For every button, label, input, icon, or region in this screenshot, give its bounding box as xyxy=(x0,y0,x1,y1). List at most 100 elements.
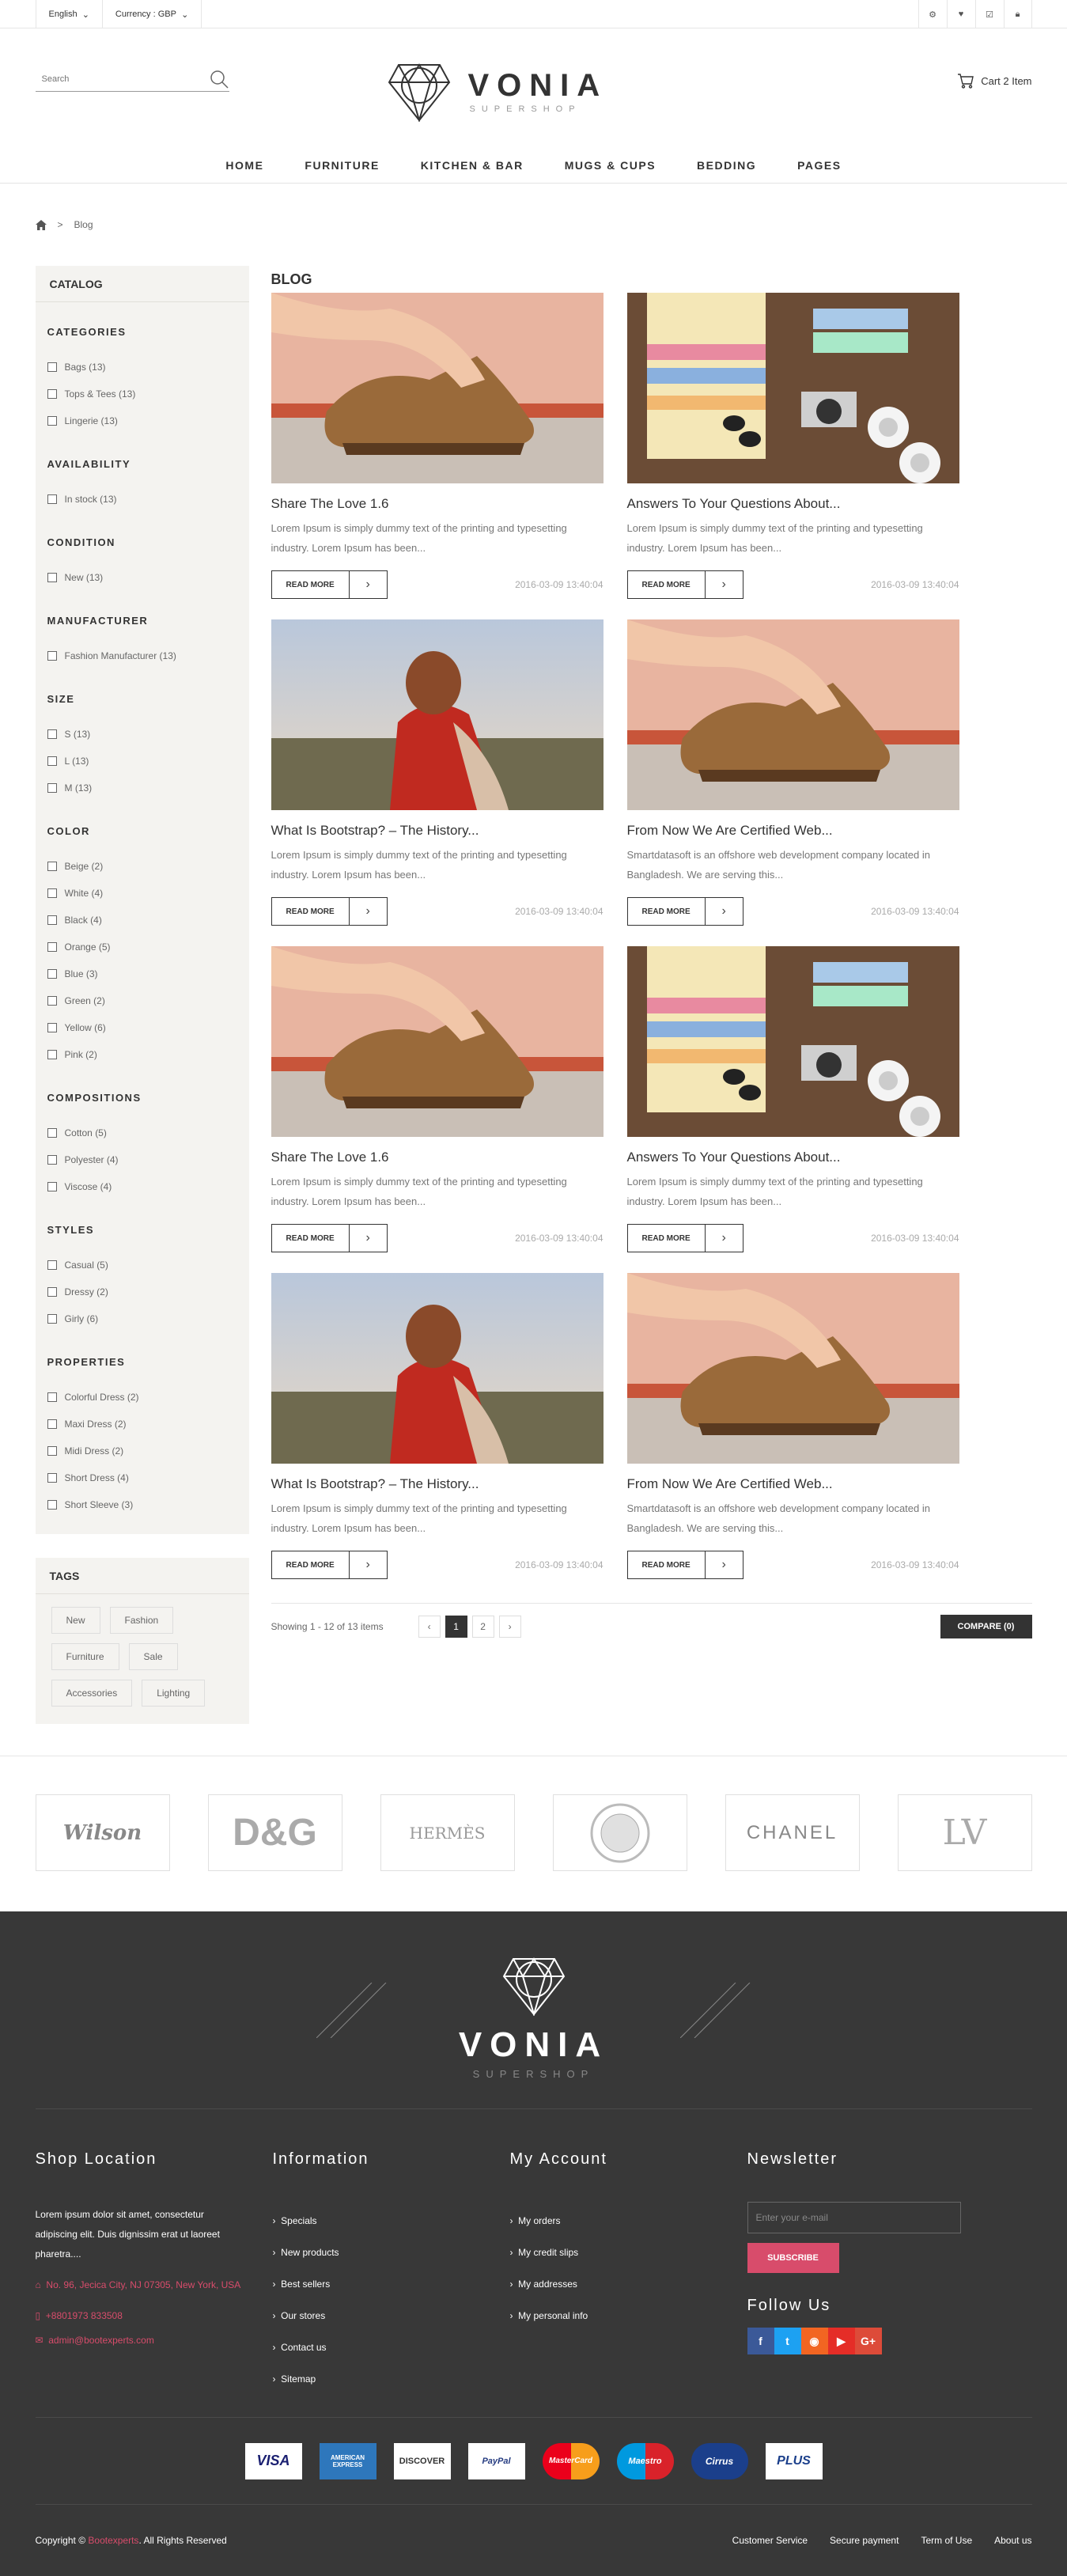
post-image[interactable] xyxy=(271,293,603,483)
checkbox-icon[interactable] xyxy=(47,862,57,871)
checkbox-icon[interactable] xyxy=(47,1446,57,1456)
footer-link-personal-info[interactable]: › My personal info xyxy=(510,2300,747,2332)
checkbox-icon[interactable] xyxy=(47,996,57,1006)
filter-checkbox[interactable]: In stock (13) xyxy=(47,486,237,513)
currency-selector[interactable]: Currency : GBP ⌄ xyxy=(101,0,202,28)
checkbox-icon[interactable] xyxy=(47,1314,57,1324)
post-image[interactable] xyxy=(626,619,959,810)
tag-accessories[interactable]: Accessories xyxy=(51,1680,133,1707)
filter-checkbox[interactable]: Green (2) xyxy=(47,987,237,1014)
footer-link-new-products[interactable]: › New products xyxy=(273,2237,510,2268)
shop-email[interactable]: ✉ admin@bootexperts.com xyxy=(36,2331,273,2351)
footer-link-addresses[interactable]: › My addresses xyxy=(510,2268,747,2300)
search-input[interactable] xyxy=(35,74,178,84)
filter-checkbox[interactable]: Viscose (4) xyxy=(47,1173,237,1200)
filter-checkbox[interactable]: Casual (5) xyxy=(47,1252,237,1279)
brand-hermes[interactable]: HERMÈS xyxy=(380,1794,515,1871)
filter-checkbox[interactable]: Dressy (2) xyxy=(47,1279,237,1305)
filter-checkbox[interactable]: Blue (3) xyxy=(47,960,237,987)
post-image[interactable] xyxy=(271,946,603,1137)
checkbox-icon[interactable] xyxy=(47,1128,57,1138)
filter-checkbox[interactable]: Black (4) xyxy=(47,907,237,934)
youtube-icon[interactable]: ▶ xyxy=(827,2328,855,2354)
checkbox-icon[interactable] xyxy=(47,1392,57,1402)
read-more-button[interactable]: READ MORE › xyxy=(626,570,743,599)
checkbox-icon[interactable] xyxy=(47,416,57,426)
heart-icon[interactable]: ♥ xyxy=(946,0,975,28)
tag-new[interactable]: New xyxy=(51,1607,100,1634)
language-selector[interactable]: English ⌄ xyxy=(35,0,102,28)
checkbox-icon[interactable] xyxy=(47,942,57,952)
checkbox-icon[interactable] xyxy=(47,573,57,582)
nav-item-mugs-cups[interactable]: MUGS & CUPS xyxy=(565,159,656,172)
filter-checkbox[interactable]: Girly (6) xyxy=(47,1305,237,1332)
filter-checkbox[interactable]: New (13) xyxy=(47,564,237,591)
checkbox-icon[interactable] xyxy=(47,362,57,372)
checkbox-icon[interactable] xyxy=(47,915,57,925)
post-title[interactable]: What Is Bootstrap? – The History... xyxy=(271,823,603,839)
filter-checkbox[interactable]: L (13) xyxy=(47,748,237,775)
cart-button[interactable]: Cart 2 Item xyxy=(957,73,1032,89)
filter-checkbox[interactable]: Bags (13) xyxy=(47,354,237,381)
filter-checkbox[interactable]: Colorful Dress (2) xyxy=(47,1384,237,1411)
footer-link-secure-payment[interactable]: Secure payment xyxy=(830,2535,899,2546)
filter-checkbox[interactable]: Short Sleeve (3) xyxy=(47,1491,237,1518)
search-icon[interactable] xyxy=(209,69,229,89)
checkbox-icon[interactable] xyxy=(47,969,57,979)
checkbox-icon[interactable] xyxy=(47,1473,57,1483)
filter-checkbox[interactable]: Pink (2) xyxy=(47,1041,237,1068)
post-title[interactable]: Share The Love 1.6 xyxy=(271,1150,603,1165)
tag-furniture[interactable]: Furniture xyxy=(51,1643,119,1670)
checkbox-icon[interactable] xyxy=(47,756,57,766)
post-image[interactable] xyxy=(271,619,603,810)
tag-sale[interactable]: Sale xyxy=(128,1643,178,1670)
facebook-icon[interactable]: f xyxy=(747,2328,774,2354)
rss-icon[interactable]: ◉ xyxy=(800,2328,828,2354)
footer-link-specials[interactable]: › Specials xyxy=(273,2205,510,2237)
home-icon[interactable] xyxy=(35,219,47,230)
filter-checkbox[interactable]: Fashion Manufacturer (13) xyxy=(47,642,237,669)
checkbox-icon[interactable] xyxy=(47,651,57,661)
twitter-icon[interactable]: t xyxy=(774,2328,801,2354)
checkbox-icon[interactable] xyxy=(47,1050,57,1059)
checkbox-icon[interactable] xyxy=(47,783,57,793)
footer-link-sitemap[interactable]: › Sitemap xyxy=(273,2363,510,2395)
checkbox-icon[interactable] xyxy=(47,1155,57,1165)
tag-lighting[interactable]: Lighting xyxy=(142,1680,206,1707)
filter-checkbox[interactable]: M (13) xyxy=(47,775,237,801)
checkbox-icon[interactable] xyxy=(47,1023,57,1032)
page-1-button[interactable]: 1 xyxy=(445,1616,467,1638)
post-image[interactable] xyxy=(271,1273,603,1464)
read-more-button[interactable]: READ MORE › xyxy=(626,1224,743,1252)
checkbox-icon[interactable] xyxy=(47,1500,57,1510)
filter-checkbox[interactable]: Cotton (5) xyxy=(47,1119,237,1146)
site-logo[interactable]: VONIA SUPERSHOP xyxy=(388,62,608,122)
checkbox-icon[interactable] xyxy=(47,1260,57,1270)
footer-link-our-stores[interactable]: › Our stores xyxy=(273,2300,510,2332)
footer-logo[interactable]: VONIA SUPERSHOP xyxy=(35,1911,1032,2109)
post-image[interactable] xyxy=(626,293,959,483)
read-more-button[interactable]: READ MORE › xyxy=(271,1224,388,1252)
brand-chanel[interactable]: CHANEL xyxy=(725,1794,860,1871)
filter-checkbox[interactable]: Beige (2) xyxy=(47,853,237,880)
filter-checkbox[interactable]: Lingerie (13) xyxy=(47,407,237,434)
footer-link-my-orders[interactable]: › My orders xyxy=(510,2205,747,2237)
footer-link-customer-service[interactable]: Customer Service xyxy=(732,2535,808,2546)
post-image[interactable] xyxy=(626,946,959,1137)
read-more-button[interactable]: READ MORE › xyxy=(271,1551,388,1579)
google-plus-icon[interactable]: G+ xyxy=(854,2328,882,2354)
subscribe-button[interactable]: SUBSCRIBE xyxy=(747,2243,839,2273)
filter-checkbox[interactable]: Maxi Dress (2) xyxy=(47,1411,237,1438)
post-title[interactable]: Answers To Your Questions About... xyxy=(627,496,959,512)
post-title[interactable]: From Now We Are Certified Web... xyxy=(627,1476,959,1492)
read-more-button[interactable]: READ MORE › xyxy=(271,570,388,599)
filter-checkbox[interactable]: Orange (5) xyxy=(47,934,237,960)
checkbox-icon[interactable] xyxy=(47,494,57,504)
copyright-brand-link[interactable]: Bootexperts xyxy=(88,2535,138,2546)
footer-link-credit-slips[interactable]: › My credit slips xyxy=(510,2237,747,2268)
checkbox-icon[interactable] xyxy=(47,1182,57,1191)
newsletter-email-input[interactable]: Enter your e-mail xyxy=(747,2202,961,2233)
filter-checkbox[interactable]: Yellow (6) xyxy=(47,1014,237,1041)
post-title[interactable]: From Now We Are Certified Web... xyxy=(627,823,959,839)
post-title[interactable]: Answers To Your Questions About... xyxy=(627,1150,959,1165)
